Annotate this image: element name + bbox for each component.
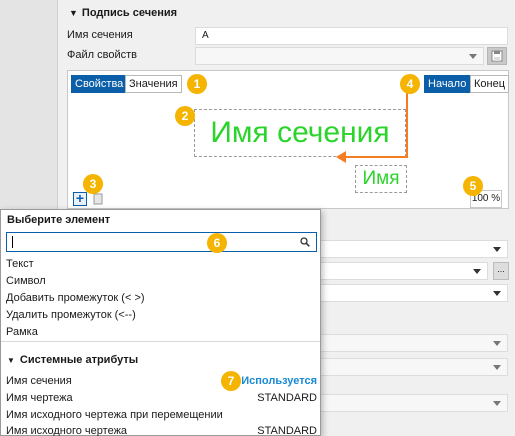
more-options-button[interactable]: ... [493,262,509,280]
copy-icon [93,193,103,205]
section-header[interactable]: ▼ Подпись сечения [69,7,177,19]
attribute-name: Имя чертежа [6,392,73,404]
attribute-name: Имя исходного чертежа [6,425,128,436]
section-name-value: А [202,30,209,41]
name-attribute-element[interactable]: Имя [355,165,407,193]
attribute-name: Имя исходного чертежа при перемещении [6,409,223,421]
background-select-4[interactable] [320,334,508,352]
search-icon[interactable] [300,237,310,247]
element-picker-dropdown: Выберите элемент Текст Символ Добавить п… [0,209,321,436]
attribute-row[interactable]: Имя сечения Используется [6,375,317,387]
add-element-button[interactable]: + [73,191,87,206]
attribute-value: Используется [241,375,317,387]
chevron-down-icon [473,269,481,274]
chevron-down-icon [493,401,501,406]
tab-properties[interactable]: Свойства [71,75,128,93]
section-name-input[interactable]: А [195,27,508,45]
leader-line-vertical [406,85,408,157]
tab-values[interactable]: Значения [125,75,182,93]
background-select-2[interactable] [320,262,488,280]
tab-end[interactable]: Конец [470,75,510,93]
arrow-left-icon [336,151,346,163]
callout-badge-1: 1 [187,74,207,94]
chevron-down-icon [493,291,501,296]
collapse-triangle-icon[interactable]: ▼ [69,8,78,18]
system-attributes-group[interactable]: ▼ Системные атрибуты [7,354,138,366]
dropdown-divider [1,341,320,342]
chevron-down-icon [469,54,477,59]
chevron-down-icon [493,365,501,370]
save-icon [491,50,503,62]
callout-badge-2: 2 [175,106,195,126]
background-select-5[interactable] [320,358,508,376]
chevron-down-icon [493,247,501,252]
callout-badge-7: 7 [221,371,241,391]
attribute-value: STANDARD [257,425,317,436]
dropdown-item-remove-gap[interactable]: Удалить промежуток (<--) [6,309,136,321]
attribute-row[interactable]: Имя чертежа STANDARD [6,392,317,404]
tab-start[interactable]: Начало [424,75,471,93]
element-search-input[interactable] [6,232,317,252]
background-select-3[interactable] [320,284,508,302]
callout-badge-6: 6 [207,233,227,253]
background-select-1[interactable] [320,240,508,258]
attribute-name: Имя сечения [6,375,72,387]
attribute-value: STANDARD [257,392,317,404]
props-file-label: Файл свойств [67,49,137,61]
section-title: Подпись сечения [81,7,178,19]
group-title: Системные атрибуты [19,354,139,366]
label-preview-canvas[interactable]: Свойства Значения Начало Конец Имя сечен… [67,70,510,209]
attribute-row[interactable]: Имя исходного чертежа STANDARD [6,425,317,436]
text-cursor [12,236,13,248]
chevron-down-icon [493,341,501,346]
copy-element-button[interactable] [91,192,105,206]
background-select-6[interactable] [320,394,508,412]
dropdown-item-add-gap[interactable]: Добавить промежуток (< >) [6,292,145,304]
dropdown-item-symbol[interactable]: Символ [6,275,46,287]
callout-badge-3: 3 [83,174,103,194]
dropdown-item-text[interactable]: Текст [6,258,34,270]
leader-line-horizontal [344,156,408,158]
callout-badge-5: 5 [463,176,483,196]
section-name-text-element[interactable]: Имя сечения [194,109,406,157]
props-file-select[interactable] [195,47,484,65]
collapse-triangle-icon[interactable]: ▼ [7,356,15,365]
dropdown-item-frame[interactable]: Рамка [6,326,38,338]
section-name-label: Имя сечения [67,29,133,41]
callout-badge-4: 4 [400,74,420,94]
attribute-row[interactable]: Имя исходного чертежа при перемещении [6,409,317,421]
dropdown-title: Выберите элемент [7,214,111,226]
save-props-button[interactable] [487,47,507,65]
